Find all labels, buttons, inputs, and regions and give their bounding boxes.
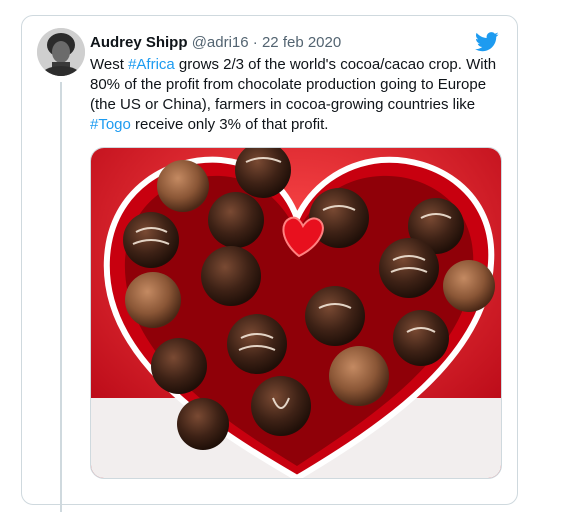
separator: · <box>252 34 258 51</box>
tweet-media-image[interactable] <box>90 147 502 479</box>
tweet-text-part: West <box>90 56 129 73</box>
hashtag-link-africa[interactable]: #Africa <box>128 56 175 73</box>
tweet-text: West #Africa grows 2/3 of the world's co… <box>90 55 505 135</box>
twitter-bird-icon[interactable] <box>475 32 499 52</box>
avatar[interactable] <box>37 28 85 76</box>
heart-chocolate-box-photo <box>91 148 501 478</box>
hashtag-link-togo[interactable]: #Togo <box>90 116 131 133</box>
author-handle[interactable]: @adri16 <box>192 34 249 51</box>
thread-line <box>60 82 62 512</box>
tweet-header: Audrey Shipp @adri16 · 22 feb 2020 <box>90 33 341 53</box>
tweet-card[interactable]: Audrey Shipp @adri16 · 22 feb 2020 West … <box>21 15 518 512</box>
author-name[interactable]: Audrey Shipp <box>90 34 188 51</box>
tweet-date[interactable]: 22 feb 2020 <box>262 34 341 51</box>
tweet-text-part: receive only 3% of that profit. <box>130 116 329 133</box>
